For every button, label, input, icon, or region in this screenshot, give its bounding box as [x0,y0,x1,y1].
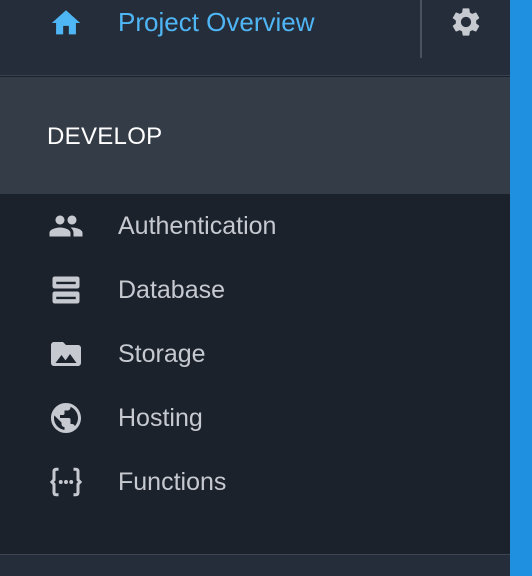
section-label: DEVELOP [47,123,163,150]
nav-item-authentication[interactable]: Authentication [0,194,510,258]
sidebar-top-bar: Project Overview [0,0,510,76]
section-header-develop: DEVELOP [0,77,510,194]
project-overview-link[interactable]: Project Overview [0,0,420,76]
nav-item-hosting[interactable]: Hosting [0,386,510,450]
project-title: Project Overview [118,7,315,37]
settings-button[interactable] [438,0,494,46]
nav-item-functions[interactable]: Functions [0,450,510,514]
nav-list: Authentication Database Storage Hosting … [0,194,510,514]
nav-item-label: Database [118,276,226,304]
database-icon [46,272,86,308]
sidebar-bottom-divider [0,554,510,576]
home-icon [48,6,84,40]
app-window: Project Overview DEVELOP Authentication [0,0,532,576]
nav-item-label: Storage [118,340,206,368]
nav-item-label: Authentication [118,212,277,240]
folder-image-icon [46,336,86,372]
nav-item-label: Hosting [118,404,203,432]
functions-icon [46,464,86,500]
nav-item-storage[interactable]: Storage [0,322,510,386]
people-icon [46,208,86,244]
main-content-edge [510,0,532,576]
gear-icon [452,8,480,36]
globe-icon [46,400,86,436]
sidebar: Project Overview DEVELOP Authentication [0,0,510,576]
header-divider [420,0,422,58]
nav-item-label: Functions [118,468,227,496]
nav-item-database[interactable]: Database [0,258,510,322]
